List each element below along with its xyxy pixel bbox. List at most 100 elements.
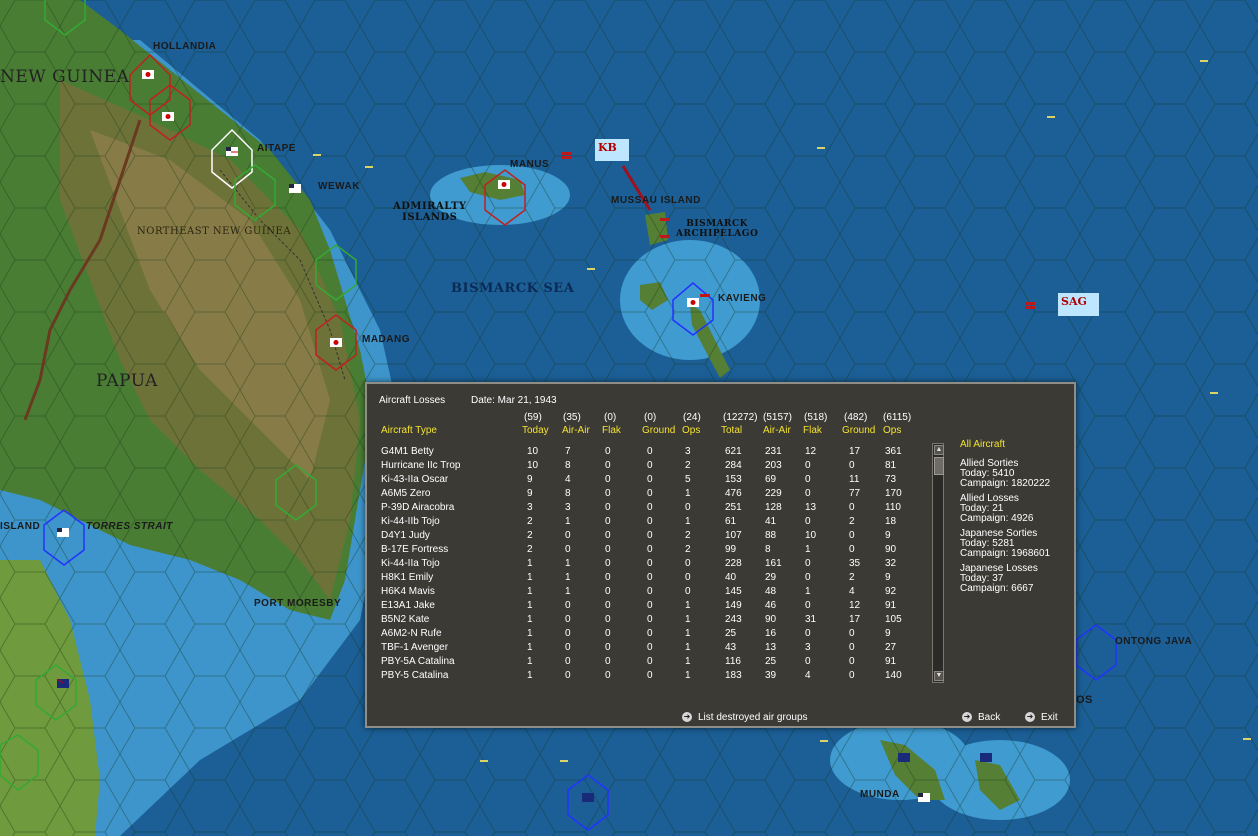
campaign-ground-cell: 0 [849, 642, 855, 653]
air-air-cell: 1 [565, 516, 571, 527]
campaign-air-air-cell: 48 [765, 586, 777, 597]
campaign-flak-cell: 0 [805, 516, 811, 527]
campaign-ground-cell: 0 [849, 628, 855, 639]
arrow-right-icon: ➜ [962, 712, 972, 722]
exit-label: Exit [1041, 711, 1058, 723]
ground-cell: 0 [647, 530, 653, 541]
campaign-ground-cell: 2 [849, 516, 855, 527]
campaign-air-air-cell: 41 [765, 516, 777, 527]
table-row[interactable]: P-39D Airacobra 3 3 0 0 0 251 128 13 0 110 [367, 502, 927, 516]
air-air-cell: 8 [565, 488, 571, 499]
table-row[interactable]: H8K1 Emily 1 1 0 0 0 40 29 0 2 9 [367, 572, 927, 586]
japanese-losses: Japanese Losses Today: 37 Campaign: 6667 [960, 564, 1070, 594]
campaign-air-air-cell: 39 [765, 670, 777, 681]
ops-cell: 0 [685, 572, 691, 583]
ground-cell: 0 [647, 670, 653, 681]
flak-cell: 0 [605, 614, 611, 625]
campaign-ops-cell: 73 [885, 474, 897, 485]
taskforce-kb[interactable]: KB [595, 139, 629, 161]
map-label-bismarck: BISMARCK [686, 219, 749, 229]
col-campaign-ops[interactable]: Ops [883, 425, 901, 436]
scroll-down-icon[interactable]: ▼ [934, 671, 944, 681]
campaign-ground-cell: 4 [849, 586, 855, 597]
campaign-ops-cell: 9 [885, 530, 891, 541]
col-campaign-flak[interactable]: Flak [803, 425, 822, 436]
totals-row: (59) (35) (0) (0) (24) (12272) (5157) (5… [367, 412, 927, 425]
ops-cell: 1 [685, 656, 691, 667]
campaign-ops-cell: 110 [885, 502, 901, 513]
campaign-ops-cell: 9 [885, 572, 891, 583]
total-cell: 25 [725, 628, 737, 639]
campaign-ops-cell: 91 [885, 656, 897, 667]
col-ground[interactable]: Ground [642, 425, 675, 436]
table-row[interactable]: G4M1 Betty 10 7 0 0 3 621 231 12 17 361 [367, 446, 927, 460]
col-today[interactable]: Today [522, 425, 549, 436]
col-campaign-air-air[interactable]: Air-Air [763, 425, 791, 436]
ops-cell: 2 [685, 530, 691, 541]
aircraft-type-cell: Ki-43-IIa Oscar [381, 474, 449, 485]
aircraft-type-cell: Hurricane IIc Trop [381, 460, 461, 471]
col-air-air[interactable]: Air-Air [562, 425, 590, 436]
ground-cell: 0 [647, 642, 653, 653]
flak-cell: 0 [605, 642, 611, 653]
allied-losses-campaign: Campaign: 4926 [960, 513, 1034, 524]
table-row[interactable]: H6K4 Mavis 1 1 0 0 0 145 48 1 4 92 [367, 586, 927, 600]
total-today: (59) [524, 412, 542, 423]
table-row[interactable]: E13A1 Jake 1 0 0 0 1 149 46 0 12 91 [367, 600, 927, 614]
table-row[interactable]: Hurricane IIc Trop 10 8 0 0 2 284 203 0 0 81 [367, 460, 927, 474]
back-button[interactable]: ➜ Back [962, 710, 1000, 724]
map-label-archipelago: ARCHIPELAGO [676, 229, 759, 239]
campaign-ground-cell: 0 [849, 544, 855, 555]
ops-cell: 0 [685, 558, 691, 569]
campaign-ops-cell: 81 [885, 460, 897, 471]
summary-panel: All Aircraft Allied Sorties Today: 5410 … [960, 440, 1070, 599]
ground-cell: 0 [647, 474, 653, 485]
all-aircraft-filter[interactable]: All Aircraft [960, 440, 1070, 450]
table-row[interactable]: Ki-44-IIb Tojo 2 1 0 0 1 61 41 0 2 18 [367, 516, 927, 530]
map-label-hollandia: HOLLANDIA [153, 41, 217, 52]
air-air-cell: 0 [565, 628, 571, 639]
flak-cell: 0 [605, 488, 611, 499]
table-row[interactable]: PBY-5 Catalina 1 0 0 0 1 183 39 4 0 140 [367, 670, 927, 684]
campaign-flak-cell: 13 [805, 502, 817, 513]
aircraft-type-cell: H6K4 Mavis [381, 586, 435, 597]
ops-cell: 3 [685, 446, 691, 457]
list-destroyed-air-groups-button[interactable]: ➜ List destroyed air groups [682, 710, 808, 724]
table-row[interactable]: B5N2 Kate 1 0 0 0 1 243 90 31 17 105 [367, 614, 927, 628]
campaign-ground-cell: 0 [849, 656, 855, 667]
table-row[interactable]: PBY-5A Catalina 1 0 0 0 1 116 25 0 0 91 [367, 656, 927, 670]
table-row[interactable]: A6M5 Zero 9 8 0 0 1 476 229 0 77 170 [367, 488, 927, 502]
total-cell: 149 [725, 600, 742, 611]
campaign-flak-cell: 4 [805, 670, 811, 681]
air-air-cell: 0 [565, 614, 571, 625]
ground-cell: 0 [647, 516, 653, 527]
table-row[interactable]: Ki-44-IIa Tojo 1 1 0 0 0 228 161 0 35 32 [367, 558, 927, 572]
table-row[interactable]: A6M2-N Rufe 1 0 0 0 1 25 16 0 0 9 [367, 628, 927, 642]
scroll-thumb[interactable] [934, 457, 944, 475]
table-row[interactable]: TBF-1 Avenger 1 0 0 0 1 43 13 3 0 27 [367, 642, 927, 656]
ground-cell: 0 [647, 502, 653, 513]
col-campaign-ground[interactable]: Ground [842, 425, 875, 436]
table-row[interactable]: D4Y1 Judy 2 0 0 0 2 107 88 10 0 9 [367, 530, 927, 544]
table-scrollbar[interactable]: ▲ ▼ [932, 443, 944, 683]
aircraft-type-cell: B-17E Fortress [381, 544, 449, 555]
ops-cell: 1 [685, 614, 691, 625]
col-total[interactable]: Total [721, 425, 742, 436]
campaign-flak-cell: 0 [805, 558, 811, 569]
col-flak[interactable]: Flak [602, 425, 621, 436]
taskforce-sag[interactable]: SAG [1058, 293, 1099, 316]
campaign-air-air-cell: 161 [765, 558, 782, 569]
aircraft-type-cell: A6M2-N Rufe [381, 628, 442, 639]
campaign-air-air-cell: 90 [765, 614, 777, 625]
air-air-cell: 1 [565, 586, 571, 597]
japanese-sorties-campaign: Campaign: 1968601 [960, 548, 1051, 559]
campaign-flak-cell: 3 [805, 642, 811, 653]
table-row[interactable]: Ki-43-IIa Oscar 9 4 0 0 5 153 69 0 11 73 [367, 474, 927, 488]
col-ops[interactable]: Ops [682, 425, 700, 436]
scroll-up-icon[interactable]: ▲ [934, 445, 944, 455]
col-aircraft-type[interactable]: Aircraft Type [381, 425, 437, 436]
allied-sorties-campaign: Campaign: 1820222 [960, 478, 1051, 489]
table-row[interactable]: B-17E Fortress 2 0 0 0 2 99 8 1 0 90 [367, 544, 927, 558]
exit-button[interactable]: ➜ Exit [1025, 710, 1058, 724]
map-label-kavieng: KAVIENG [718, 293, 767, 304]
